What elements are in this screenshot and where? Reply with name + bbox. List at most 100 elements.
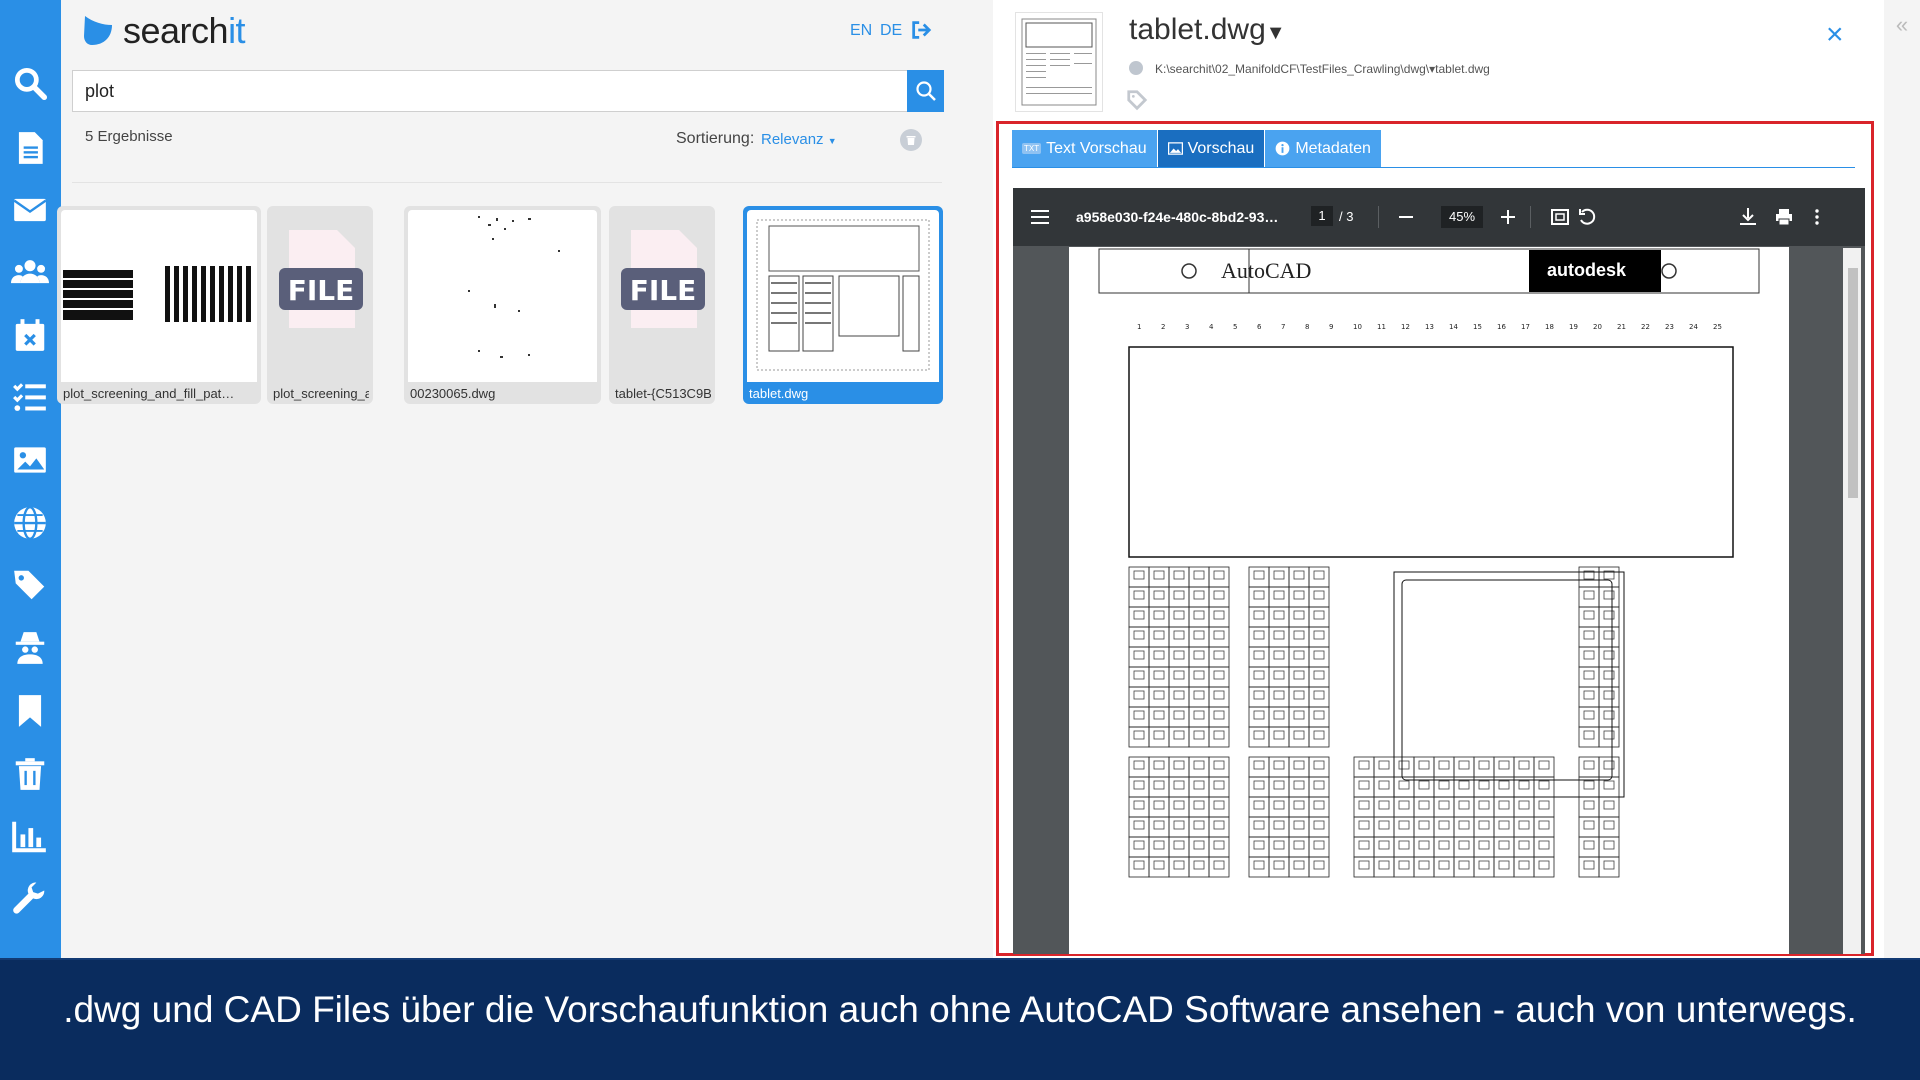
info-icon: [1275, 141, 1290, 156]
cad-drawing: AutoCAD autodesk 1 2 3 4 5 6 7 8 9 10 11 12 13 14 15 16…: [1098, 248, 1760, 878]
autodesk-header-text: autodesk: [1547, 260, 1627, 280]
spy-icon[interactable]: [8, 626, 52, 670]
scroll-thumb[interactable]: [1848, 268, 1858, 498]
zoom-out-icon[interactable]: [1395, 205, 1417, 229]
tasks-icon[interactable]: [8, 375, 52, 419]
result-caption: plot_screening_a…: [273, 386, 369, 401]
file-thumbnail: FILE: [271, 210, 369, 382]
logo[interactable]: searchit: [81, 10, 246, 52]
result-caption: plot_screening_and_fill_pat…: [63, 386, 235, 401]
tags-icon[interactable]: [8, 563, 52, 607]
search-icon[interactable]: [8, 61, 52, 105]
tab-metadata[interactable]: Metadaten: [1265, 130, 1382, 167]
logo-text-primary: search: [123, 10, 229, 51]
sort-dropdown[interactable]: Relevanz ▼: [761, 131, 837, 148]
tab-preview[interactable]: Vorschau: [1157, 130, 1266, 167]
collapse-panel-button[interactable]: «: [1884, 0, 1920, 958]
tab-underline: [1012, 167, 1855, 168]
lang-de-link[interactable]: DE: [880, 22, 902, 40]
svg-text:2: 2: [1161, 323, 1165, 331]
more-options-icon[interactable]: [1806, 205, 1828, 229]
wrench-icon[interactable]: [8, 878, 52, 922]
users-icon[interactable]: [8, 250, 52, 294]
file-icon: FILE: [621, 230, 705, 328]
search-input[interactable]: plot: [72, 70, 908, 112]
caret-down-icon: ▼: [1265, 22, 1286, 44]
result-card[interactable]: FILE plot_screening_a…: [267, 206, 373, 404]
svg-text:14: 14: [1449, 323, 1458, 331]
result-thumbnail: [747, 210, 939, 382]
result-thumbnail: [408, 210, 597, 382]
calendar-icon[interactable]: [8, 313, 52, 357]
rotate-icon[interactable]: [1576, 205, 1598, 229]
result-card[interactable]: FILE tablet-{C513C9B…: [609, 206, 715, 404]
document-title-text: tablet.dwg: [1129, 13, 1266, 46]
document-icon[interactable]: [8, 126, 52, 170]
document-thumbnail: [1015, 12, 1103, 112]
menu-icon[interactable]: [1029, 205, 1051, 229]
result-card[interactable]: plot_screening_and_fill_pat…: [57, 206, 261, 404]
sort-value: Relevanz: [761, 131, 824, 148]
lang-en-link[interactable]: EN: [850, 22, 872, 40]
file-thumbnail: FILE: [613, 210, 711, 382]
results-count: 5 Ergebnisse: [85, 128, 173, 145]
tab-label: Text Vorschau: [1046, 139, 1147, 157]
page-input[interactable]: 1: [1311, 206, 1333, 226]
svg-text:20: 20: [1593, 323, 1602, 331]
result-thumbnail: [61, 210, 257, 382]
document-path[interactable]: K:\searchit\02_ManifoldCF\TestFiles_Craw…: [1155, 62, 1490, 76]
toolbar-separator: [1530, 206, 1531, 228]
page-total: / 3: [1339, 209, 1354, 224]
logo-mark-icon: [84, 16, 112, 45]
search-button[interactable]: [907, 70, 944, 112]
preview-tabs: TXT Text Vorschau Vorschau Metadaten: [1012, 130, 1382, 167]
result-card-selected[interactable]: tablet.dwg: [743, 206, 943, 404]
pdf-toolbar: a958e030-f24e-480c-8bd2-93… 1 / 3 45%: [1013, 188, 1865, 246]
logout-icon[interactable]: [910, 19, 932, 41]
svg-text:6: 6: [1257, 323, 1262, 331]
scrollbar[interactable]: [1843, 248, 1861, 954]
result-caption: 00230065.dwg: [410, 386, 496, 401]
double-chevron-left-icon: «: [1895, 12, 1909, 37]
fit-page-icon[interactable]: [1549, 205, 1571, 229]
download-icon[interactable]: [1737, 205, 1759, 229]
search-panel: searchit EN DE plot 5 Ergebnisse Sortier…: [57, 0, 993, 958]
tab-text-preview[interactable]: TXT Text Vorschau: [1012, 130, 1158, 167]
svg-text:10: 10: [1353, 323, 1362, 331]
svg-text:7: 7: [1281, 323, 1285, 331]
svg-text:9: 9: [1329, 323, 1333, 331]
result-card[interactable]: 00230065.dwg: [404, 206, 601, 404]
file-icon: FILE: [279, 230, 363, 328]
result-caption: tablet.dwg: [749, 386, 809, 401]
pdf-title: a958e030-f24e-480c-8bd2-93…: [1076, 209, 1279, 225]
svg-text:21: 21: [1617, 323, 1626, 331]
globe-icon[interactable]: [8, 501, 52, 545]
logo-text-accent: it: [228, 10, 246, 51]
image-icon[interactable]: [8, 438, 52, 482]
trash-icon[interactable]: [8, 752, 52, 796]
zoom-input[interactable]: 45%: [1441, 206, 1483, 228]
pdf-page: AutoCAD autodesk 1 2 3 4 5 6 7 8 9 10 11 12 13 14 15 16…: [1069, 247, 1789, 954]
clear-results-button[interactable]: [900, 129, 922, 151]
tab-label: Vorschau: [1187, 139, 1255, 157]
document-title[interactable]: tablet.dwg▼: [1129, 13, 1286, 47]
close-button[interactable]: ×: [1826, 18, 1844, 52]
svg-text:1: 1: [1137, 323, 1141, 331]
trash-icon: [906, 136, 916, 145]
chart-icon[interactable]: [8, 814, 52, 858]
svg-text:11: 11: [1377, 323, 1386, 331]
svg-text:19: 19: [1569, 323, 1578, 331]
file-badge: FILE: [630, 274, 697, 307]
tag-icon[interactable]: [1126, 89, 1148, 111]
divider: [72, 182, 942, 183]
pdf-viewer[interactable]: a958e030-f24e-480c-8bd2-93… 1 / 3 45% Au…: [1013, 188, 1865, 954]
txt-icon: TXT: [1022, 143, 1042, 154]
autocad-header-text: AutoCAD: [1221, 258, 1311, 283]
zoom-in-icon[interactable]: [1497, 205, 1519, 229]
mail-icon[interactable]: [8, 188, 52, 232]
bookmark-icon[interactable]: [8, 689, 52, 733]
sort-label: Sortierung:: [676, 130, 755, 147]
print-icon[interactable]: [1773, 205, 1795, 229]
toolbar-separator: [1378, 206, 1379, 228]
svg-text:22: 22: [1641, 323, 1650, 331]
